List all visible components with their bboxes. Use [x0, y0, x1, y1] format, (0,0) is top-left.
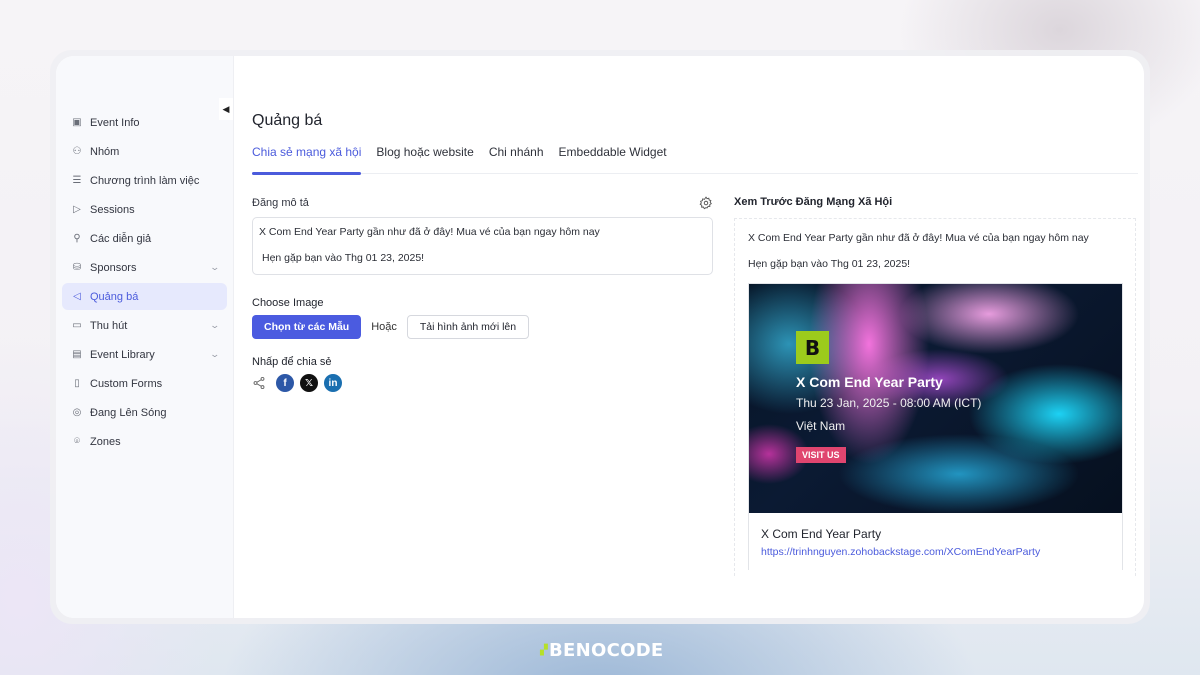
chevron-down-icon[interactable]: ⌄: [210, 262, 221, 273]
banner-event-location: Việt Nam: [796, 419, 846, 433]
info-calendar-icon: ▣: [72, 117, 82, 128]
preview-box: X Com End Year Party gần như đã ở đây! M…: [734, 218, 1136, 576]
card-link[interactable]: https://trinhnguyen.zohobackstage.com/XC…: [761, 546, 1110, 558]
tab-social-share[interactable]: Chia sẻ mạng xã hội: [252, 142, 362, 175]
linkedin-icon[interactable]: in: [324, 374, 342, 392]
team-icon: ⚇: [72, 146, 82, 157]
app-window: ◀ ▣ Event Info ⚇ Nhóm ☰ Chương trình làm việc…: [56, 56, 1144, 618]
sidebar-item-label: Zones: [90, 435, 121, 448]
sidebar-item-đang-lên-sóng[interactable]: ◎ Đang Lên Sóng: [62, 399, 227, 426]
session-play-icon: ▷: [73, 204, 81, 215]
tab-affiliate[interactable]: Chi nhánh: [489, 142, 544, 174]
tab-blog-website[interactable]: Blog hoặc website: [376, 142, 473, 174]
sidebar-item-label: Đang Lên Sóng: [90, 406, 167, 419]
choose-image-label: Choose Image: [252, 297, 324, 309]
sidebar-nav: ▣ Event Info ⚇ Nhóm ☰ Chương trình làm việc ▷ S…: [56, 109, 233, 455]
tab-bar: Chia sẻ mạng xã hội Blog hoặc website Ch…: [252, 142, 1138, 175]
sidebar-item-label: Event Library: [90, 348, 155, 361]
sidebar-item-label: Event Info: [90, 116, 140, 129]
sidebar-item-label: Sessions: [90, 203, 135, 216]
speaker-icon: ⚲: [73, 233, 81, 244]
post-editor: Đăng mô tả X Com End Year Party gần như …: [252, 196, 713, 392]
sidebar-item-label: Custom Forms: [90, 377, 163, 390]
sidebar-item-sessions[interactable]: ▷ Sessions: [62, 196, 227, 223]
form-icon: ▯: [74, 378, 80, 389]
preview-card: B X Com End Year Party Thu 23 Jan, 2025 …: [748, 283, 1123, 570]
caret-left-icon: ◀: [222, 103, 230, 114]
live-icon: ◎: [72, 407, 82, 418]
choose-image-row: Chọn từ các Mẫu Hoặc Tải hình ảnh mới lê…: [252, 315, 713, 339]
chat-icon: ▭: [72, 320, 82, 331]
brand-dots-icon: ▞: [540, 645, 548, 656]
collapse-sidebar-button[interactable]: ◀: [219, 98, 233, 120]
description-label: Đăng mô tả: [252, 197, 309, 209]
description-header: Đăng mô tả: [252, 196, 713, 210]
x-twitter-icon[interactable]: 𝕏: [300, 374, 318, 392]
sidebar-item-sponsors[interactable]: ⛁ Sponsors ⌄: [62, 254, 227, 281]
sidebar-item-label: Quảng bá: [90, 290, 139, 303]
social-preview: Xem Trước Đăng Mạng Xã Hội X Com End Yea…: [734, 196, 1136, 576]
sidebar-item-event-library[interactable]: ▤ Event Library ⌄: [62, 341, 227, 368]
choose-template-button[interactable]: Chọn từ các Mẫu: [252, 315, 362, 339]
location-pin-icon: ⌾: [74, 436, 80, 447]
banner-visit-button: VISIT US: [796, 447, 846, 463]
gear-icon[interactable]: [699, 196, 713, 210]
facebook-icon[interactable]: f: [276, 374, 294, 392]
preview-text-line-2: Hẹn gặp bạn vào Thg 01 23, 2025!: [748, 258, 911, 270]
sidebar-item-thu-hút[interactable]: ▭ Thu hút ⌄: [62, 312, 227, 339]
tab-embeddable-widget[interactable]: Embeddable Widget: [559, 142, 667, 174]
description-line-2: Hẹn gặp bạn vào Thg 01 23, 2025!: [262, 252, 425, 264]
event-banner-image: B X Com End Year Party Thu 23 Jan, 2025 …: [749, 284, 1122, 513]
page-title: Quảng bá: [252, 112, 323, 129]
description-textarea[interactable]: X Com End Year Party gần như đã ở đây! M…: [252, 217, 713, 275]
sidebar-item-quảng-bá[interactable]: ◁ Quảng bá: [62, 283, 227, 310]
sidebar-item-label: Sponsors: [90, 261, 137, 274]
chevron-down-icon[interactable]: ⌄: [210, 349, 221, 360]
sidebar-item-label: Nhóm: [90, 145, 120, 158]
main-content: Quảng bá Chia sẻ mạng xã hội Blog hoặc w…: [234, 56, 1144, 618]
chevron-down-icon[interactable]: ⌄: [210, 320, 221, 331]
sponsor-icon: ⛁: [72, 262, 82, 273]
share-label: Nhấp để chia sẻ: [252, 356, 332, 368]
banner-event-title: X Com End Year Party: [796, 374, 943, 390]
sidebar-item-event-info[interactable]: ▣ Event Info: [62, 109, 227, 136]
sidebar: ◀ ▣ Event Info ⚇ Nhóm ☰ Chương trình làm việc…: [56, 56, 234, 618]
benocode-watermark: ▞ BENOCODE: [540, 640, 664, 661]
sidebar-item-zones[interactable]: ⌾ Zones: [62, 428, 227, 455]
banner-event-datetime: Thu 23 Jan, 2025 - 08:00 AM (ICT): [796, 396, 982, 410]
folder-icon: ▤: [72, 349, 82, 360]
description-line-1: X Com End Year Party gần như đã ở đây! M…: [259, 226, 600, 238]
event-logo: B: [796, 331, 829, 364]
or-label: Hoặc: [371, 321, 397, 333]
sidebar-item-custom-forms[interactable]: ▯ Custom Forms: [62, 370, 227, 397]
share-icon[interactable]: [252, 376, 266, 390]
sidebar-item-các-diễn-giả[interactable]: ⚲ Các diễn giả: [62, 225, 227, 252]
card-title: X Com End Year Party: [761, 527, 882, 541]
preview-title: Xem Trước Đăng Mạng Xã Hội: [734, 196, 893, 208]
sidebar-item-label: Các diễn giả: [90, 232, 152, 245]
upload-image-button[interactable]: Tải hình ảnh mới lên: [406, 315, 530, 339]
sidebar-item-nhóm[interactable]: ⚇ Nhóm: [62, 138, 227, 165]
share-buttons: f 𝕏 in: [252, 374, 713, 392]
megaphone-icon: ◁: [73, 291, 81, 302]
sidebar-item-chương-trình-làm-việc[interactable]: ☰ Chương trình làm việc: [62, 167, 227, 194]
preview-card-body: X Com End Year Party https://trinhnguyen…: [749, 513, 1122, 570]
sidebar-item-label: Chương trình làm việc: [90, 174, 200, 187]
agenda-icon: ☰: [72, 175, 82, 186]
preview-text-line-1: X Com End Year Party gần như đã ở đây! M…: [748, 232, 1089, 244]
sidebar-item-label: Thu hút: [90, 319, 128, 332]
brand-text: BENOCODE: [549, 640, 664, 661]
